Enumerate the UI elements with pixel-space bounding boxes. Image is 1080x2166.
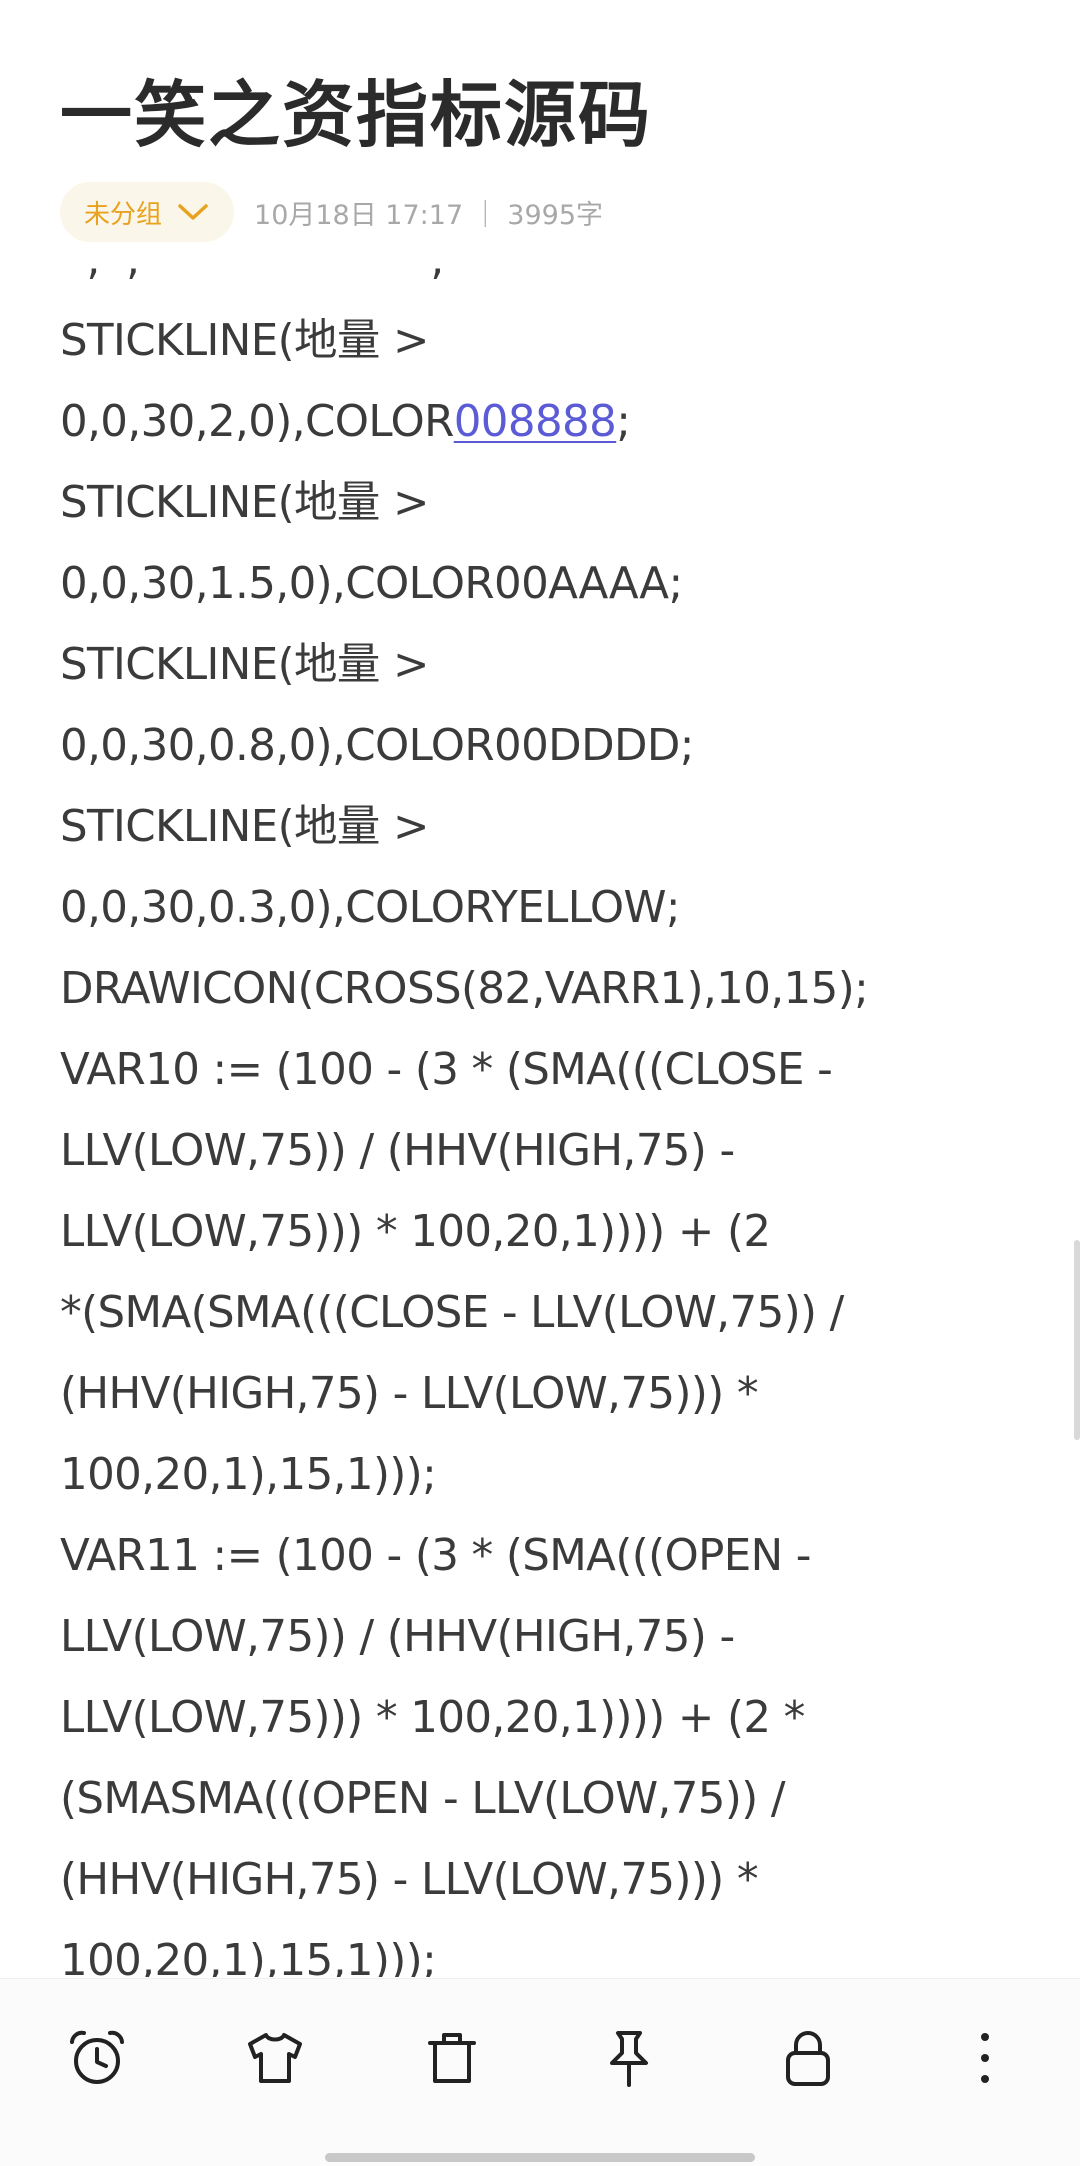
theme-button[interactable] bbox=[240, 2023, 310, 2093]
note-meta: 10月18日 17:17 ｜ 3995字 bbox=[254, 199, 603, 231]
chevron-down-icon bbox=[178, 204, 208, 220]
note-meta-row: 未分组 10月18日 17:17 ｜ 3995字 bbox=[60, 182, 603, 242]
trash-icon bbox=[428, 2033, 476, 2083]
pin-button[interactable] bbox=[594, 2023, 664, 2093]
content-line: *(SMA(SMA(((CLOSE - LLV(LOW,75)) / bbox=[60, 1288, 844, 1338]
content-line: STICKLINE(地量 > bbox=[60, 802, 429, 852]
content-line: VAR10 := (100 - (3 * (SMA(((CLOSE - bbox=[60, 1045, 833, 1095]
content-line: LLV(LOW,75)) / (HHV(HIGH,75) - bbox=[60, 1126, 735, 1176]
content-line: LLV(LOW,75))) * 100,20,1)))) + (2 * bbox=[60, 1693, 805, 1743]
content-line: 0,0,30,1.5,0),COLOR00AAAA; bbox=[60, 559, 683, 609]
content-line: STICKLINE(地量 > bbox=[60, 316, 429, 366]
group-label: 未分组 bbox=[84, 199, 163, 230]
note-content[interactable]: , , , STICKLINE(地量 > 0,0,30,2,0),COLOR008… bbox=[60, 252, 1050, 1977]
note-body[interactable]: , , , STICKLINE(地量 > 0,0,30,2,0),COLOR008… bbox=[0, 252, 1080, 1977]
content-line: (HHV(HIGH,75) - LLV(LOW,75))) * bbox=[60, 1855, 759, 1905]
content-line: STICKLINE(地量 > bbox=[60, 640, 429, 690]
content-line: VAR11 := (100 - (3 * (SMA(((OPEN - bbox=[60, 1531, 811, 1581]
more-button[interactable] bbox=[950, 2023, 1020, 2093]
content-line: 100,20,1),15,1))); bbox=[60, 1450, 437, 1500]
home-indicator[interactable] bbox=[325, 2153, 755, 2162]
content-line-partial: , , , bbox=[60, 252, 444, 285]
content-line: DRAWICON(CROSS(82,VARR1),10,15); bbox=[60, 964, 869, 1014]
content-line: STICKLINE(地量 > bbox=[60, 478, 429, 528]
content-line: 0,0,30,0.8,0),COLOR00DDDD; bbox=[60, 721, 694, 771]
content-text: 0,0,30,2,0),COLOR bbox=[60, 397, 454, 447]
group-selector[interactable]: 未分组 bbox=[60, 182, 235, 242]
bottom-toolbar bbox=[0, 1978, 1080, 2166]
scrollbar[interactable] bbox=[1074, 1240, 1080, 1440]
content-line: LLV(LOW,75)) / (HHV(HIGH,75) - bbox=[60, 1612, 735, 1662]
content-line: 0,0,30,2,0),COLOR008888; bbox=[60, 382, 1050, 463]
delete-button[interactable] bbox=[417, 2023, 487, 2093]
alarm-clock-icon bbox=[70, 2030, 124, 2084]
lock-icon bbox=[786, 2031, 830, 2086]
content-line: 100,20,1),15,1))); bbox=[60, 1936, 437, 1977]
color-code-link[interactable]: 008888 bbox=[454, 397, 617, 447]
tshirt-icon bbox=[248, 2033, 302, 2083]
content-line: 0,0,30,0.3,0),COLORYELLOW; bbox=[60, 883, 681, 933]
reminder-button[interactable] bbox=[62, 2023, 132, 2093]
content-line: (SMASMA(((OPEN - LLV(LOW,75)) / bbox=[60, 1774, 786, 1824]
content-line: LLV(LOW,75))) * 100,20,1)))) + (2 bbox=[60, 1207, 771, 1257]
pin-icon bbox=[610, 2031, 648, 2087]
content-line: (HHV(HIGH,75) - LLV(LOW,75))) * bbox=[60, 1369, 759, 1419]
lock-button[interactable] bbox=[773, 2023, 843, 2093]
content-text: ; bbox=[616, 397, 631, 447]
note-title[interactable]: 一笑之资指标源码 bbox=[60, 70, 652, 160]
more-vertical-icon bbox=[981, 2033, 989, 2083]
